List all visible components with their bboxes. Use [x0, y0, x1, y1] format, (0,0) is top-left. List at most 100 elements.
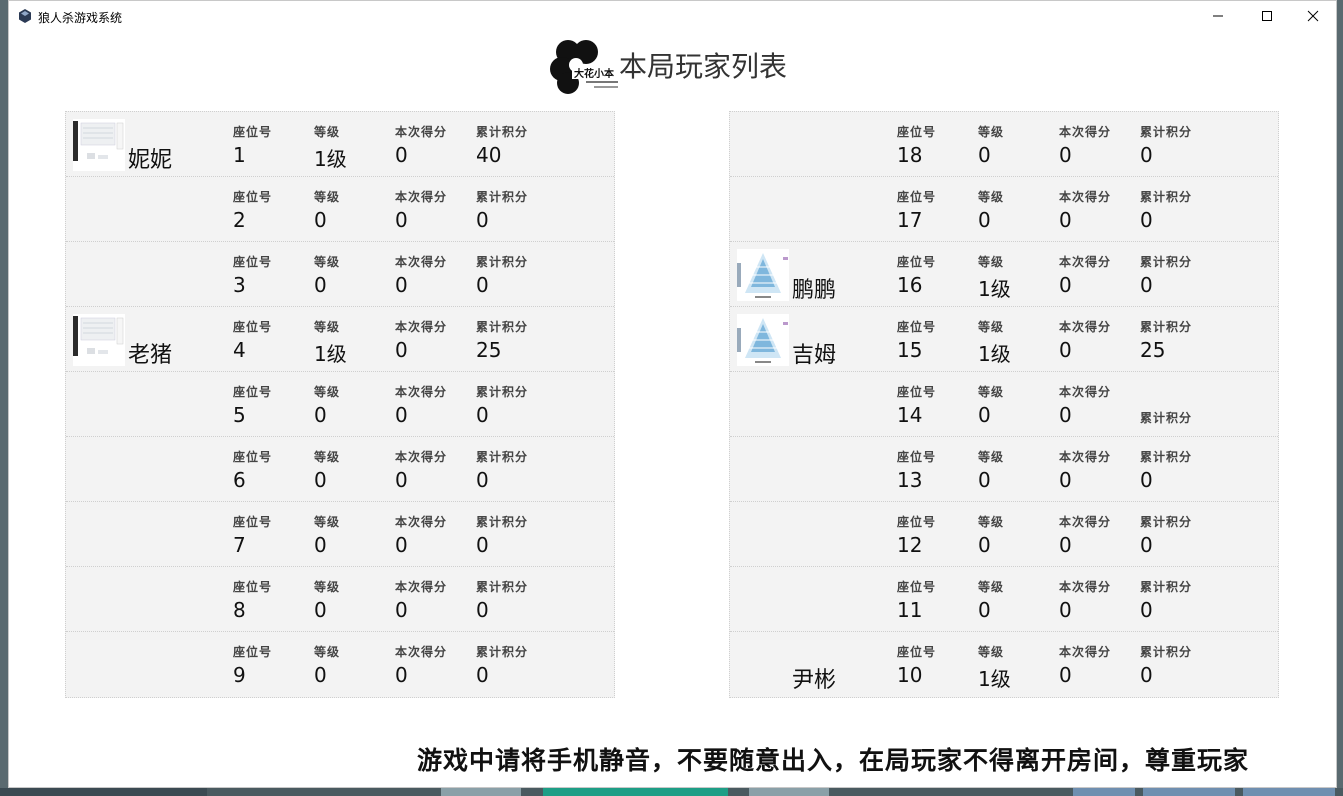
total-score-cell: 累计积分 0 — [1140, 112, 1221, 177]
player-row[interactable]: 妮妮 座位号 1 等级 1级 本次得分 0 累计积分 40 — [66, 112, 614, 177]
minimize-button[interactable] — [1195, 1, 1241, 31]
taskbar-button[interactable] — [1073, 788, 1135, 796]
player-row[interactable]: 座位号 13 等级 0 本次得分 0 累计积分 0 — [730, 437, 1278, 502]
seat-value: 16 — [897, 273, 923, 297]
round-score-value: 0 — [395, 338, 408, 362]
seat-cell: 座位号 6 — [233, 437, 314, 502]
right-player-panel: 座位号 18 等级 0 本次得分 0 累计积分 0 座位号 17 等级 0 本次得分 0 累计积分 0 鹏鹏 座位… — [729, 111, 1279, 698]
player-row[interactable]: 座位号 12 等级 0 本次得分 0 累计积分 0 — [730, 502, 1278, 567]
player-row[interactable]: 座位号 2 等级 0 本次得分 0 累计积分 0 — [66, 177, 614, 242]
total-score-cell: 累计积分 0 — [476, 372, 557, 437]
player-row[interactable]: 吉姆 座位号 15 等级 1级 本次得分 0 累计积分 25 — [730, 307, 1278, 372]
player-row[interactable]: 座位号 3 等级 0 本次得分 0 累计积分 0 — [66, 242, 614, 307]
level-label: 等级 — [314, 580, 341, 594]
level-label: 等级 — [978, 255, 1005, 269]
round-score-value: 0 — [1059, 338, 1072, 362]
seat-value: 11 — [897, 598, 923, 622]
close-icon — [1307, 10, 1319, 22]
level-value: 0 — [314, 663, 327, 687]
level-label: 等级 — [978, 580, 1005, 594]
player-row[interactable]: 座位号 8 等级 0 本次得分 0 累计积分 0 — [66, 567, 614, 632]
level-cell: 等级 1级 — [978, 307, 1059, 372]
round-score-cell: 本次得分 0 — [395, 437, 476, 502]
level-cell: 等级 0 — [978, 177, 1059, 242]
total-score-label: 累计积分 — [476, 645, 529, 659]
round-score-cell: 本次得分 0 — [1059, 242, 1140, 307]
taskbar-button[interactable] — [441, 788, 521, 796]
round-score-value: 0 — [395, 663, 408, 687]
player-row[interactable]: 座位号 17 等级 0 本次得分 0 累计积分 0 — [730, 177, 1278, 242]
seat-label: 座位号 — [897, 645, 937, 659]
player-row[interactable]: 座位号 18 等级 0 本次得分 0 累计积分 0 — [730, 112, 1278, 177]
logo-icon: 大花小本 — [550, 40, 620, 94]
seat-label: 座位号 — [233, 255, 273, 269]
maximize-icon — [1262, 11, 1272, 21]
left-player-panel: 妮妮 座位号 1 等级 1级 本次得分 0 累计积分 40 座位号 2 等级 0 本次得分 0 累计积分 0 座位… — [65, 111, 615, 698]
level-cell: 等级 0 — [314, 177, 395, 242]
level-value: 1级 — [978, 342, 1011, 366]
total-score-cell: 累计积分 0 — [476, 567, 557, 632]
player-row[interactable]: 座位号 5 等级 0 本次得分 0 累计积分 0 — [66, 372, 614, 437]
seat-cell: 座位号 9 — [233, 632, 314, 697]
total-score-value: 25 — [1140, 338, 1166, 362]
total-score-value: 0 — [1140, 273, 1153, 297]
level-value: 0 — [314, 208, 327, 232]
player-row[interactable]: 座位号 14 等级 0 本次得分 0 累计积分 — [730, 372, 1278, 437]
total-score-label: 累计积分 — [476, 580, 529, 594]
total-score-value: 0 — [1140, 533, 1153, 557]
total-score-value: 0 — [1140, 598, 1153, 622]
round-score-label: 本次得分 — [395, 645, 448, 659]
taskbar-button[interactable] — [1243, 788, 1335, 796]
player-row[interactable]: 座位号 7 等级 0 本次得分 0 累计积分 0 — [66, 502, 614, 567]
total-score-value: 40 — [476, 143, 502, 167]
total-score-value: 0 — [1140, 208, 1153, 232]
player-row[interactable]: 座位号 6 等级 0 本次得分 0 累计积分 0 — [66, 437, 614, 502]
round-score-value: 0 — [395, 273, 408, 297]
level-label: 等级 — [314, 190, 341, 204]
title-bar[interactable]: 狼人杀游戏系统 — [9, 1, 1336, 31]
close-button[interactable] — [1290, 1, 1336, 31]
total-score-cell: 累计积分 0 — [1140, 502, 1221, 567]
player-row[interactable]: 尹彬 座位号 10 等级 1级 本次得分 0 累计积分 0 — [730, 632, 1278, 697]
level-cell: 等级 0 — [978, 112, 1059, 177]
seat-label: 座位号 — [233, 645, 273, 659]
player-row[interactable]: 鹏鹏 座位号 16 等级 1级 本次得分 0 累计积分 0 — [730, 242, 1278, 307]
total-score-label: 累计积分 — [1140, 190, 1193, 204]
taskbar-button-active[interactable] — [543, 788, 728, 796]
level-value: 0 — [978, 598, 991, 622]
seat-label: 座位号 — [233, 125, 273, 139]
seat-label: 座位号 — [897, 515, 937, 529]
total-score-label: 累计积分 — [476, 385, 529, 399]
level-label: 等级 — [978, 385, 1005, 399]
total-score-cell: 累计积分 0 — [476, 242, 557, 307]
player-row[interactable]: 老猪 座位号 4 等级 1级 本次得分 0 累计积分 25 — [66, 307, 614, 372]
player-row[interactable]: 座位号 9 等级 0 本次得分 0 累计积分 0 — [66, 632, 614, 697]
seat-cell: 座位号 17 — [897, 177, 978, 242]
total-score-value: 0 — [1140, 468, 1153, 492]
level-cell: 等级 0 — [978, 372, 1059, 437]
round-score-label: 本次得分 — [395, 255, 448, 269]
level-value: 0 — [978, 533, 991, 557]
level-label: 等级 — [314, 515, 341, 529]
round-score-cell: 本次得分 0 — [1059, 567, 1140, 632]
round-score-value: 0 — [395, 468, 408, 492]
seat-value: 17 — [897, 208, 923, 232]
round-score-cell: 本次得分 0 — [1059, 177, 1140, 242]
level-value: 0 — [314, 533, 327, 557]
seat-value: 9 — [233, 663, 246, 687]
player-row[interactable]: 座位号 11 等级 0 本次得分 0 累计积分 0 — [730, 567, 1278, 632]
level-cell: 等级 0 — [314, 242, 395, 307]
level-cell: 等级 0 — [314, 437, 395, 502]
page-title: 本局玩家列表 — [619, 50, 788, 83]
round-score-value: 0 — [1059, 598, 1072, 622]
seat-value: 7 — [233, 533, 246, 557]
level-cell: 等级 0 — [314, 632, 395, 697]
seat-value: 14 — [897, 403, 923, 427]
seat-value: 8 — [233, 598, 246, 622]
taskbar-button[interactable] — [1143, 788, 1235, 796]
round-score-value: 0 — [395, 143, 408, 167]
seat-value: 10 — [897, 663, 923, 687]
taskbar-button[interactable] — [749, 788, 829, 796]
maximize-button[interactable] — [1244, 1, 1290, 31]
level-cell: 等级 1级 — [314, 307, 395, 372]
